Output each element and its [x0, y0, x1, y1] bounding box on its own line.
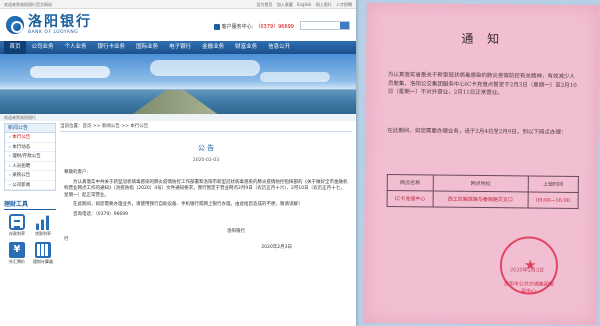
hotline-label: 客户服务中心:: [221, 24, 254, 30]
sidebar-item-recruitment[interactable]: 人员招聘: [5, 162, 55, 171]
logo-english: BANK OF LUOYANG: [28, 30, 79, 35]
sidebar-item-bank-news[interactable]: 本行动态: [5, 143, 55, 152]
top-link-english[interactable]: English: [297, 2, 311, 7]
hotline-number: （0379）96699: [255, 24, 294, 30]
top-link-home[interactable]: 设为首页: [256, 2, 272, 7]
table-cell-address: 西工区解放路与春晓路交叉口: [432, 190, 529, 208]
phone-icon: [213, 23, 220, 30]
notice-date: 2020-02-03: [192, 158, 220, 163]
tool-calculator[interactable]: 理财计算器: [30, 241, 56, 265]
signature-date: 2020年2月3日: [261, 245, 292, 250]
banner-image: [0, 54, 356, 114]
paper-paragraph-2: 在此期间，如您需要办理业务，请于2月4日至2月9日，到以下网点办理：: [387, 128, 567, 136]
service-point-table: 网点名称 网点地址 上班时间 IC卡充值中心 西工区解放路与春晓路交叉口 09:…: [387, 174, 579, 209]
notice-title: 公 告: [197, 144, 215, 152]
calculator-icon: [35, 242, 51, 258]
top-link-favorite[interactable]: 加入收藏: [277, 2, 293, 7]
paper-title: 通 知: [461, 31, 505, 47]
sidebar-item-procurement[interactable]: 采购公告: [5, 171, 55, 181]
news-menu: 新闻公告 本行公告 本行动态 理财/存款公告 人员招聘 采购公告 公司新闻: [4, 123, 56, 191]
notice-paragraph-2: 在此期间，如您需要办理业务，请使用我行自助设备、手机银行或网上银行办理，由此给您…: [73, 202, 303, 207]
tools-grid: 存款利率 贷款利率 ¥ 外汇牌价 理财计算器: [4, 213, 56, 265]
bank-logo[interactable]: 洛阳银行 BANK OF LUOYANG: [28, 14, 92, 36]
bank-website: 欢迎来到洛阳银行官方网站 设为首页 加入收藏 English 网上银行 人才招聘…: [0, 0, 357, 326]
bank-logo-icon[interactable]: [6, 16, 24, 34]
tool-loan-rate[interactable]: 贷款利率: [30, 213, 56, 237]
nav-international[interactable]: 国际业务: [131, 41, 164, 54]
sidebar: 新闻公告 本行公告 本行动态 理财/存款公告 人员招聘 采购公告 公司新闻 理财…: [4, 123, 56, 265]
content-area: 新闻公告 本行公告 本行动态 理财/存款公告 人员招聘 采购公告 公司新闻 理财…: [0, 123, 356, 326]
greeting: 尊敬的客户:: [64, 170, 89, 175]
top-link-ebank[interactable]: 网上银行: [316, 2, 332, 7]
tool-fx-rate[interactable]: ¥ 外汇牌价: [4, 241, 30, 265]
nav-wealth[interactable]: 财富业务: [230, 41, 263, 54]
nav-personal[interactable]: 个人业务: [59, 41, 92, 54]
screenshot-root: 欢迎来到洛阳银行官方网站 设为首页 加入收藏 English 网上银行 人才招聘…: [0, 0, 600, 326]
paper-date: 2020年2月3日: [509, 267, 545, 274]
top-links: 设为首页 加入收藏 English 网上银行 人才招聘: [253, 0, 352, 8]
tool-deposit-rate[interactable]: 存款利率: [4, 213, 30, 237]
notice-paragraph-1: 为认真落实中共关于新型冠状病毒感染的肺炎疫情防控工作部署和洛阳市新型冠状病毒感染…: [64, 179, 348, 198]
nav-disclosure[interactable]: 信息公开: [263, 41, 296, 54]
yen-icon: ¥: [9, 242, 25, 258]
nav-home[interactable]: 首页: [4, 41, 27, 54]
notice-sheet: 通 知 为认真落实省委关于新型冠状病毒感染的肺炎疫情防控有关精神，有效减少人员聚…: [363, 2, 600, 326]
pier-shape: [130, 90, 220, 114]
service-phone: 咨询电话：（0379）96699: [73, 211, 129, 217]
sidebar-item-company-news[interactable]: 公司新闻: [5, 181, 55, 190]
search-input[interactable]: [300, 21, 350, 30]
table-row: IC卡充值中心 西工区解放路与春晓路交叉口 09:00—16:00: [387, 190, 579, 209]
site-header: 洛阳银行 BANK OF LUOYANG 客户服务中心: （0379）96699: [0, 9, 356, 41]
nav-finance[interactable]: 金融业务: [197, 41, 230, 54]
main-nav: 首页 公司业务 个人业务 银行卡业务 国际业务 电子银行 金融业务 财富业务 信…: [0, 41, 356, 54]
welcome-text: 欢迎来到洛阳银行官方网站: [4, 2, 52, 7]
nav-corporate[interactable]: 公司业务: [26, 41, 59, 54]
table-header: 网点名称: [387, 174, 434, 191]
signature-wrap: 行: [64, 237, 69, 242]
signature: 洛阳银行: [227, 229, 245, 234]
nav-ebank[interactable]: 电子银行: [164, 41, 197, 54]
sidebar-item-bank-notice[interactable]: 本行公告: [5, 133, 55, 143]
paper-notice-photo: 通 知 为认真落实省委关于新型冠状病毒感染的肺炎疫情防控有关精神，有效减少人员聚…: [359, 0, 600, 326]
loan-chart-icon: [35, 215, 51, 230]
table-header: 上班时间: [528, 175, 579, 193]
deposit-icon: [9, 214, 25, 230]
top-bar: 欢迎来到洛阳银行官方网站 设为首页 加入收藏 English 网上银行 人才招聘: [0, 0, 356, 9]
table-cell-name: IC卡充值中心: [387, 190, 434, 207]
article: 当前位置：首页 >> 新闻公告 >> 本行公告 公 告 2020-02-03 尊…: [60, 123, 352, 250]
table-header-row: 网点名称 网点地址 上班时间: [387, 174, 579, 193]
sidebar-title: 新闻公告: [5, 124, 55, 133]
table-cell-hours: 09:00—16:00: [527, 191, 579, 209]
nav-card[interactable]: 银行卡业务: [92, 41, 131, 54]
official-stamp: ★ 洛阳市公共交通集团服务中心: [499, 236, 559, 295]
hotline: 客户服务中心: （0379）96699: [213, 23, 294, 30]
paper-paragraph-1: 为认真落实省委关于新型冠状病毒感染的肺炎疫情防控有关精神，有效减少人员聚集，洛阳…: [387, 72, 577, 97]
sidebar-item-wealth-notice[interactable]: 理财/存款公告: [5, 152, 55, 162]
welcome-strip: 欢迎来到洛阳银行: [0, 114, 356, 121]
stamp-text: 洛阳市公共交通集团服务中心: [503, 281, 554, 295]
search-icon[interactable]: [340, 22, 349, 29]
top-link-jobs[interactable]: 人才招聘: [336, 2, 352, 7]
logo-chinese: 洛阳银行: [28, 14, 92, 30]
breadcrumb: 当前位置：首页 >> 新闻公告 >> 本行公告: [60, 123, 352, 132]
tools-title: 理财工具: [4, 199, 56, 210]
table-header: 网点地址: [433, 174, 529, 192]
notice-body: 尊敬的客户: 为认真落实中共关于新型冠状病毒感染的肺炎疫情防控工作部署和洛阳市新…: [60, 170, 352, 218]
